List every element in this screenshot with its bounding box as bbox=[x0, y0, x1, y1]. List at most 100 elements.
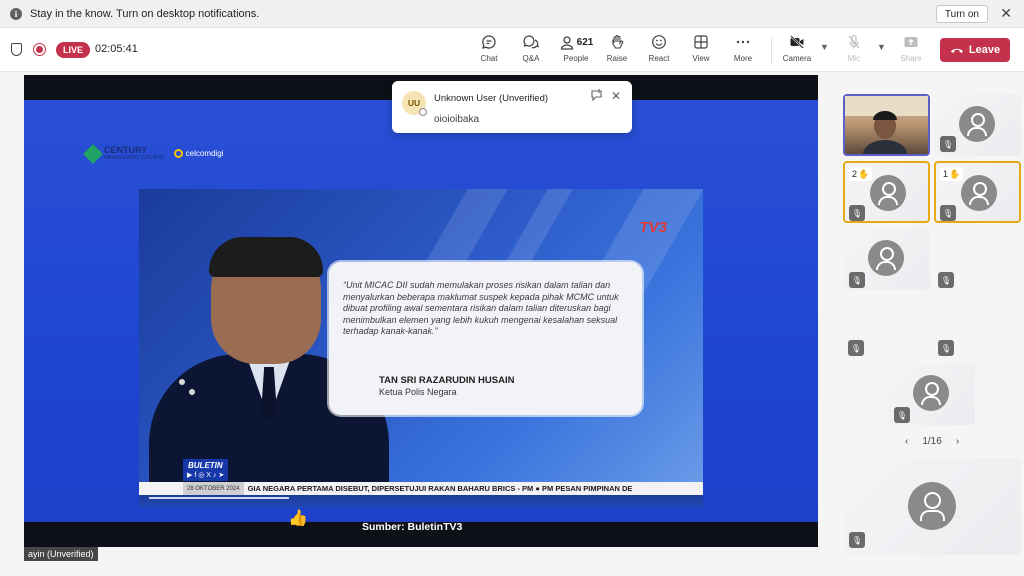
close-popup-icon[interactable]: ✕ bbox=[611, 89, 621, 103]
participant-video-tile[interactable] bbox=[843, 94, 930, 156]
raised-hand-icon: ✋ bbox=[949, 168, 961, 179]
buletin-logo: BULETIN bbox=[183, 459, 228, 471]
meeting-timer: 02:05:41 bbox=[95, 43, 138, 55]
live-badge: LIVE bbox=[56, 42, 91, 58]
notification-message: Stay in the know. Turn on desktop notifi… bbox=[30, 7, 260, 20]
participant-tile[interactable]: 2 ✋ 🎙 bbox=[843, 161, 930, 223]
qa-icon bbox=[523, 34, 539, 52]
participant-avatar-icon bbox=[908, 482, 956, 530]
recording-icon bbox=[33, 43, 46, 56]
quote-text: “Unit MICAC DII sudah memulakan proses r… bbox=[343, 280, 619, 336]
qa-label: Q&A bbox=[522, 54, 540, 63]
camera-button[interactable]: Camera bbox=[775, 34, 819, 68]
participant-pager: ‹ 1/16 › bbox=[905, 436, 959, 447]
participant-video-image bbox=[845, 96, 928, 154]
century-logo-text: CENTURY bbox=[104, 145, 148, 155]
mic-muted-icon: 🎙 bbox=[848, 340, 864, 356]
mic-muted-icon: 🎙 bbox=[938, 340, 954, 356]
social-icons: ▶ f ◎ X ♪ ➤ bbox=[183, 471, 229, 481]
share-button: Share bbox=[889, 34, 933, 68]
people-count: 621 bbox=[576, 37, 594, 48]
presenter-name-label: ayin (Unverified) bbox=[24, 547, 98, 561]
view-label: View bbox=[692, 54, 710, 63]
participant-tile[interactable]: 🎙 bbox=[934, 94, 1021, 156]
chat-icon bbox=[481, 34, 497, 52]
speaker-role: Ketua Polis Negara bbox=[379, 387, 457, 397]
chat-notification-popup[interactable]: UU Unknown User (Unverified) oioioibaka … bbox=[392, 81, 632, 133]
participant-avatar-icon bbox=[870, 175, 906, 211]
chat-label: Chat bbox=[480, 54, 498, 63]
share-icon bbox=[903, 34, 919, 52]
participant-avatar-icon bbox=[961, 175, 997, 211]
close-icon[interactable]: ✕ bbox=[1000, 6, 1012, 20]
raised-hand-order: 2 bbox=[852, 169, 858, 179]
source-caption: Sumber: BuletinTV3 bbox=[362, 521, 463, 533]
mic-muted-icon: 🎙 bbox=[940, 205, 956, 221]
raised-hand-badge: 2 ✋ bbox=[849, 167, 873, 181]
raise-hand-button[interactable]: Raise bbox=[595, 34, 639, 68]
share-label: Share bbox=[900, 54, 922, 63]
mic-off-icon bbox=[846, 34, 862, 52]
celcomdigi-logo-text: celcomdigi bbox=[185, 149, 224, 158]
prev-page-chevron-icon[interactable]: ‹ bbox=[905, 436, 908, 447]
participant-avatar-icon bbox=[913, 375, 949, 411]
more-button[interactable]: More bbox=[721, 34, 765, 68]
people-icon bbox=[560, 36, 573, 50]
reply-icon[interactable] bbox=[590, 89, 603, 105]
mic-muted-icon: 🎙 bbox=[849, 272, 865, 288]
mic-muted-icon: 🎙 bbox=[940, 136, 956, 152]
camera-label: Camera bbox=[782, 54, 812, 63]
participant-avatar-icon bbox=[959, 106, 995, 142]
main-stage: CENTURY MANAGEMENT SDN BHD celcomdigi TV… bbox=[24, 75, 818, 561]
leave-label: Leave bbox=[968, 44, 1001, 56]
self-view-tile[interactable]: 🎙 bbox=[843, 458, 1021, 555]
video-progress-bar[interactable] bbox=[149, 497, 289, 499]
thumbs-up-reaction-icon: 👍 bbox=[288, 510, 308, 527]
next-page-chevron-icon[interactable]: › bbox=[956, 436, 959, 447]
info-icon: i bbox=[10, 7, 22, 20]
hand-icon bbox=[609, 34, 625, 52]
more-label: More bbox=[733, 54, 753, 63]
react-button[interactable]: React bbox=[637, 34, 681, 68]
people-label: People bbox=[563, 54, 589, 63]
chat-button[interactable]: Chat bbox=[467, 34, 511, 68]
participant-tile[interactable]: 1 ✋ 🎙 bbox=[934, 161, 1021, 223]
camera-off-icon bbox=[789, 34, 805, 52]
sponsor-logos: CENTURY MANAGEMENT SDN BHD celcomdigi bbox=[83, 143, 224, 164]
mic-label: Mic bbox=[847, 54, 861, 63]
camera-options-chevron-icon[interactable]: ▼ bbox=[820, 42, 829, 52]
mic-muted-icon: 🎙 bbox=[894, 407, 910, 423]
mic-options-chevron-icon[interactable]: ▼ bbox=[877, 42, 886, 52]
quote-card: “Unit MICAC DII sudah memulakan proses r… bbox=[329, 262, 642, 415]
leave-button[interactable]: Leave bbox=[940, 38, 1010, 62]
news-ticker: 28 OKTOBER 2024 GIA NEGARA PERTAMA DISEB… bbox=[139, 482, 703, 495]
shared-slide: CENTURY MANAGEMENT SDN BHD celcomdigi TV… bbox=[24, 100, 818, 533]
news-video[interactable]: TV3 “Unit MICAC DII sudah memulakan pros… bbox=[139, 189, 703, 508]
chat-message-text: oioioibaka bbox=[434, 114, 480, 125]
raise-label: Raise bbox=[606, 54, 628, 63]
uniform-badge bbox=[189, 389, 195, 395]
uniform-badge bbox=[179, 379, 185, 385]
participant-tile[interactable]: 🎙 bbox=[843, 228, 930, 290]
celcomdigi-logo-mark bbox=[173, 149, 183, 158]
chat-sender-name: Unknown User (Unverified) bbox=[434, 93, 549, 104]
raised-hand-badge: 1 ✋ bbox=[940, 167, 964, 181]
turn-on-button[interactable]: Turn on bbox=[935, 5, 988, 23]
more-icon bbox=[735, 34, 751, 52]
phone-hangup-icon bbox=[950, 48, 963, 53]
people-button[interactable]: 621 People bbox=[552, 34, 600, 68]
century-logo-sub: MANAGEMENT SDN BHD bbox=[104, 155, 164, 161]
tv3-logo-text: TV3 bbox=[639, 219, 667, 236]
speaker-name: TAN SRI RAZARUDIN HUSAIN bbox=[379, 375, 515, 386]
page-indicator: 1/16 bbox=[922, 436, 942, 447]
participant-tile[interactable]: 🎙 bbox=[888, 363, 975, 425]
shield-icon[interactable] bbox=[11, 43, 22, 56]
people-icon-wrap: 621 bbox=[559, 34, 594, 52]
hair bbox=[209, 237, 323, 277]
mic-muted-icon: 🎙 bbox=[938, 272, 954, 288]
mic-muted-icon: 🎙 bbox=[849, 532, 865, 548]
view-button[interactable]: View bbox=[679, 34, 723, 68]
tv3-logo: TV3 bbox=[639, 219, 667, 236]
qa-button[interactable]: Q&A bbox=[509, 34, 553, 68]
ticker-date: 28 OKTOBER 2024 bbox=[183, 482, 244, 495]
